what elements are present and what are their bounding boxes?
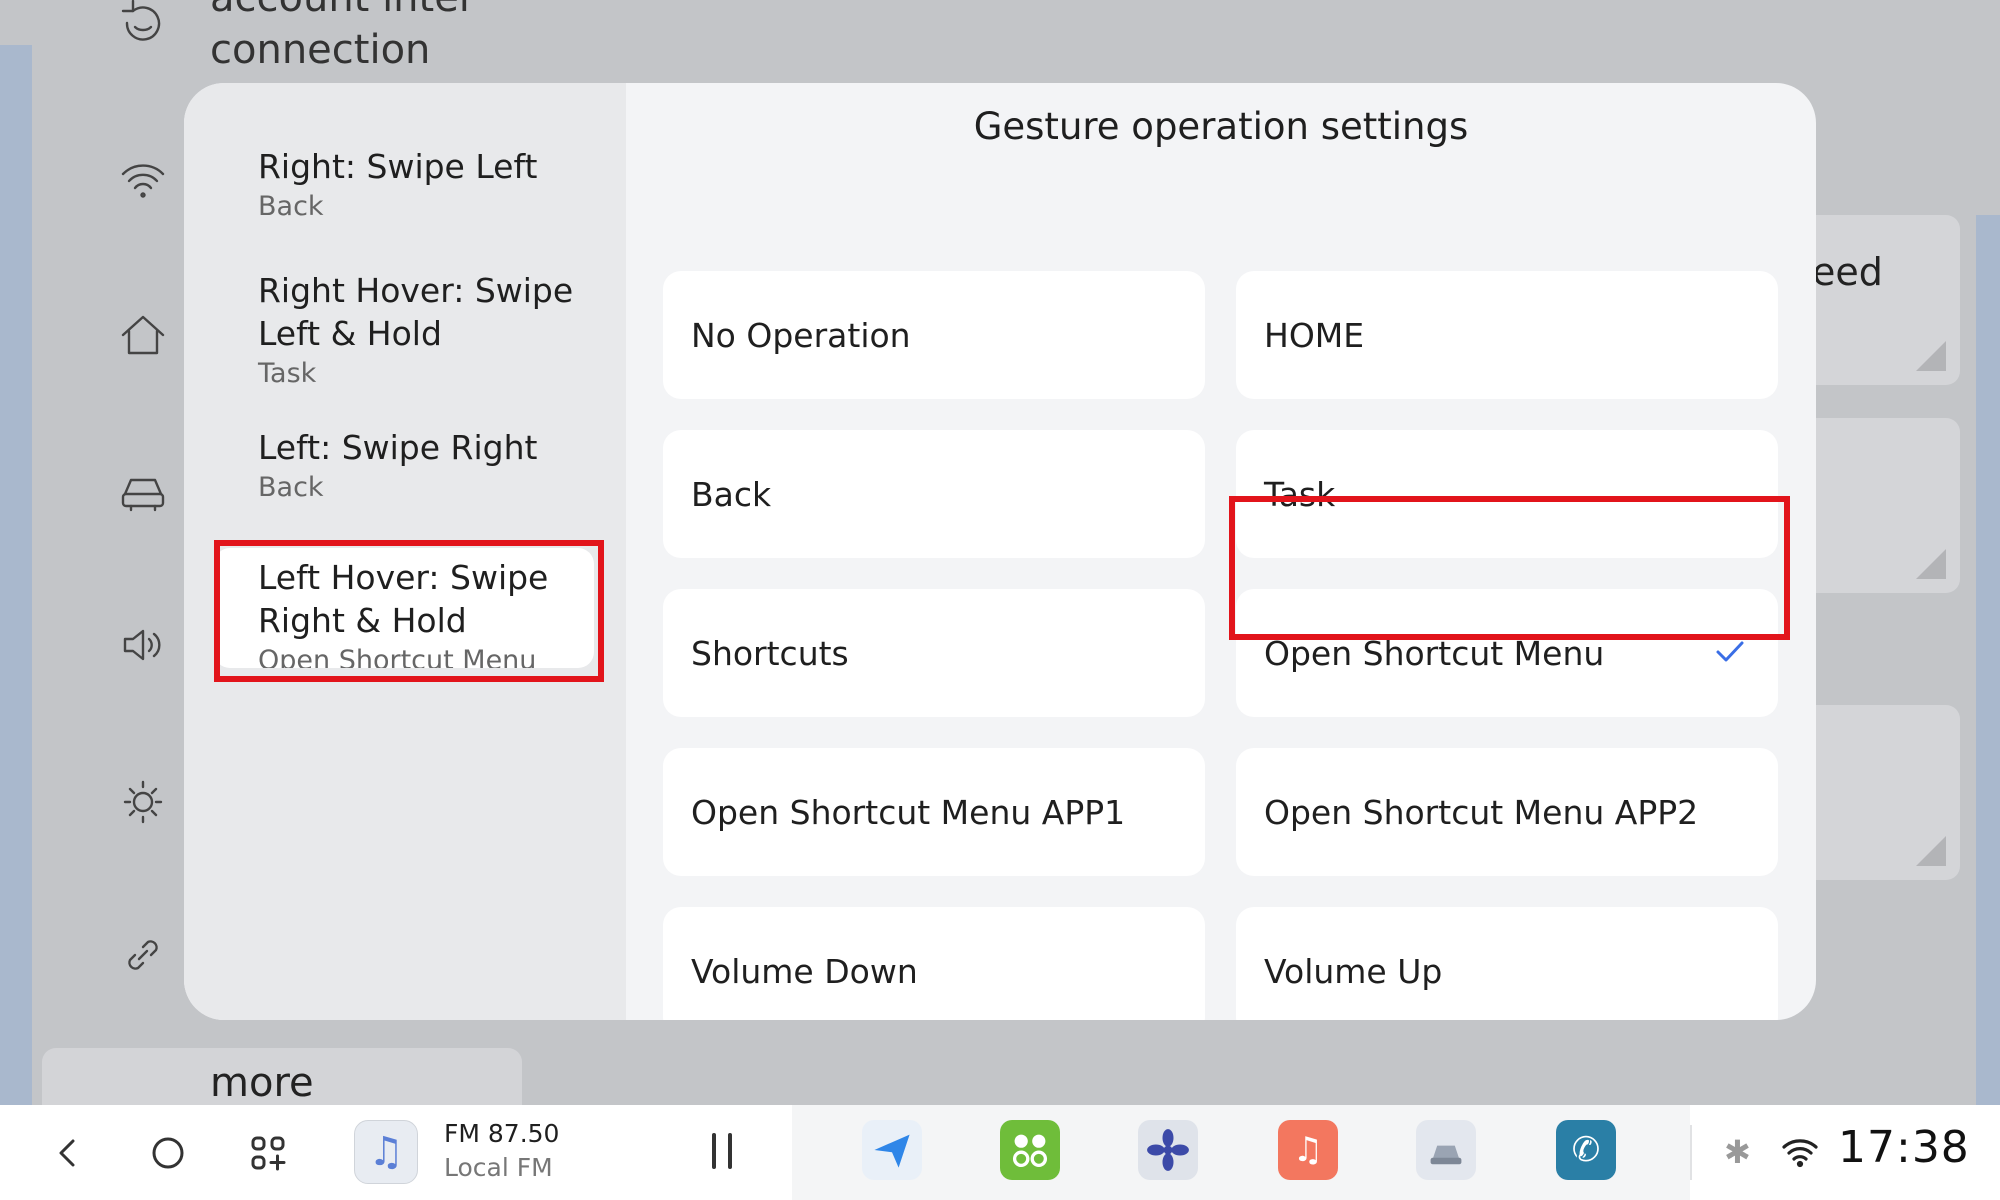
clock: 17:38 — [1838, 1122, 1970, 1173]
car-icon[interactable] — [108, 455, 178, 525]
speaker-icon[interactable] — [108, 610, 178, 680]
wifi-icon[interactable] — [108, 145, 178, 215]
music-app-icon[interactable]: ♫ — [1278, 1120, 1338, 1180]
radio-station-title: FM 87.50 — [444, 1119, 560, 1148]
gesture-item-right-hover-swipe-left-hold[interactable]: Right Hover: Swipe Left & Hold Task — [214, 269, 594, 393]
option-open-shortcut-menu[interactable]: Open Shortcut Menu — [1236, 589, 1778, 717]
music-note-icon: ♫ — [368, 1129, 404, 1175]
radio-source-tile[interactable]: ♫ — [354, 1120, 418, 1184]
wifi-status-icon — [1778, 1129, 1822, 1181]
face-id-icon[interactable] — [108, 0, 178, 58]
background-card[interactable] — [1800, 215, 1960, 385]
background-section-label: account inter connection — [210, 0, 475, 73]
home-nav-button[interactable] — [142, 1127, 194, 1179]
option-open-shortcut-menu-app1[interactable]: Open Shortcut Menu APP1 — [663, 748, 1205, 876]
bluetooth-icon: ✱ — [1724, 1133, 1751, 1171]
brightness-icon[interactable] — [108, 765, 178, 835]
car-app-icon[interactable] — [1416, 1120, 1476, 1180]
background-left-strip — [0, 45, 32, 1105]
gesture-settings-dialog: Right: Swipe Left Back Right Hover: Swip… — [184, 83, 1816, 1020]
option-volume-up[interactable]: Volume Up — [1236, 907, 1778, 1020]
fan-app-icon[interactable] — [1138, 1120, 1198, 1180]
option-home[interactable]: HOME — [1236, 271, 1778, 399]
background-card[interactable] — [1800, 418, 1960, 593]
pause-button[interactable] — [708, 1133, 738, 1173]
bottom-dock: ♫ FM 87.50 Local FM ♫ ✆ ✱ 17:38 — [0, 1105, 2000, 1200]
option-volume-down[interactable]: Volume Down — [663, 907, 1205, 1020]
gesture-item-left-hover-swipe-right-hold[interactable]: Left Hover: Swipe Right & Hold Open Shor… — [214, 548, 594, 668]
option-open-shortcut-menu-app2[interactable]: Open Shortcut Menu APP2 — [1236, 748, 1778, 876]
option-no-operation[interactable]: No Operation — [663, 271, 1205, 399]
background-right-strip — [1976, 215, 2000, 1105]
navigation-app-icon[interactable] — [862, 1120, 922, 1180]
background-card[interactable] — [1800, 705, 1960, 880]
option-shortcuts[interactable]: Shortcuts — [663, 589, 1205, 717]
link-icon[interactable] — [108, 920, 178, 990]
gesture-item-left-swipe-right[interactable]: Left: Swipe Right Back — [214, 426, 594, 507]
more-label: more — [210, 1060, 314, 1106]
apps-grid-app-icon[interactable] — [1000, 1120, 1060, 1180]
phone-app-icon[interactable]: ✆ — [1556, 1120, 1616, 1180]
gesture-list-panel: Right: Swipe Left Back Right Hover: Swip… — [184, 83, 626, 1020]
option-back[interactable]: Back — [663, 430, 1205, 558]
app-drawer-button[interactable] — [242, 1127, 294, 1179]
dock-divider — [1690, 1125, 1692, 1180]
back-nav-button[interactable] — [42, 1127, 94, 1179]
check-icon — [1710, 631, 1750, 671]
radio-station-subtitle: Local FM — [444, 1153, 553, 1182]
background-card-label: eed — [1812, 250, 1883, 294]
home-icon[interactable] — [108, 300, 178, 370]
option-task[interactable]: Task — [1236, 430, 1778, 558]
dialog-title: Gesture operation settings — [973, 105, 1469, 148]
gesture-item-right-swipe-left[interactable]: Right: Swipe Left Back — [214, 145, 594, 226]
